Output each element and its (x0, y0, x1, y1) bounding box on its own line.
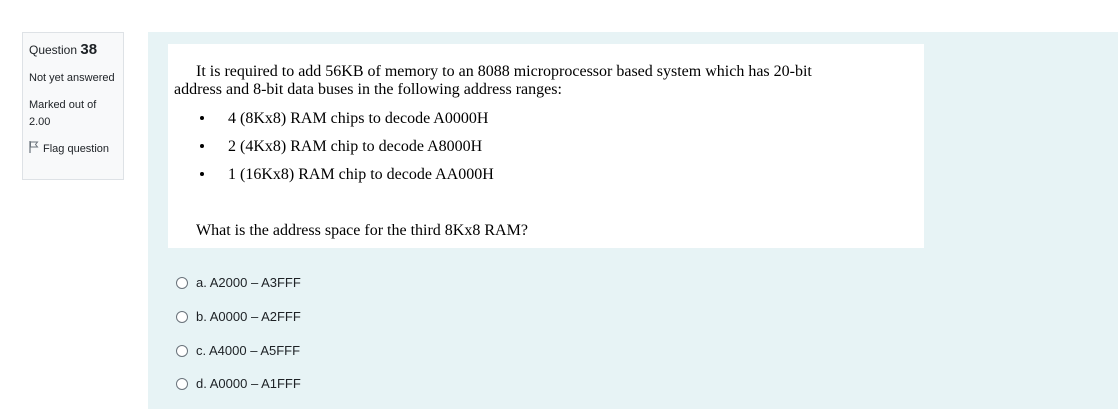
question-prompt: What is the address space for the third … (196, 222, 528, 239)
answer-option-a[interactable]: a. A2000 – A3FFF (176, 275, 301, 290)
question-paragraph: It is required to add 56KB of memory to … (174, 63, 914, 99)
answer-option-label: a. A2000 – A3FFF (196, 275, 301, 290)
answer-option-label: b. A0000 – A2FFF (196, 309, 301, 324)
radio-button[interactable] (176, 377, 188, 390)
question-content: It is required to add 56KB of memory to … (148, 32, 1118, 409)
answer-option-b[interactable]: b. A0000 – A2FFF (176, 309, 301, 324)
flag-question-label: Flag question (43, 142, 110, 155)
question-paragraph-line-2: address and 8-bit data buses in the foll… (174, 81, 562, 98)
bullet-icon (200, 144, 204, 148)
answer-option-c[interactable]: c. A4000 – A5FFF (176, 343, 300, 358)
list-item-text: 2 (4Kx8) RAM chip to decode A8000H (228, 138, 483, 155)
answer-option-label: c. A4000 – A5FFF (196, 343, 301, 358)
question-paragraph-line-1: It is required to add 56KB of memory to … (196, 63, 812, 80)
question-info-panel: Question 38 Not yet answered Marked out … (22, 32, 124, 180)
question-grade: Marked out of 2.00 (29, 99, 97, 128)
question-number: 38 (80, 41, 98, 58)
question-state: Not yet answered (29, 72, 115, 84)
list-item-text: 4 (8Kx8) RAM chips to decode A0000H (228, 110, 489, 127)
list-item-text: 1 (16Kx8) RAM chip to decode AA000H (228, 166, 494, 183)
answer-option-label: d. A0000 – A1FFF (196, 376, 301, 391)
answer-option-d[interactable]: d. A0000 – A1FFF (176, 376, 301, 391)
question-number-heading: Question 38 (29, 41, 117, 58)
question-text-box: It is required to add 56KB of memory to … (168, 44, 924, 248)
radio-button[interactable] (176, 310, 188, 323)
bullet-icon (200, 172, 204, 176)
question-label: Question (29, 43, 78, 57)
flag-icon (29, 141, 39, 156)
radio-button[interactable] (176, 344, 188, 357)
flag-question-button[interactable]: Flag question (29, 141, 117, 156)
radio-button[interactable] (176, 276, 188, 289)
bullet-icon (200, 116, 204, 120)
